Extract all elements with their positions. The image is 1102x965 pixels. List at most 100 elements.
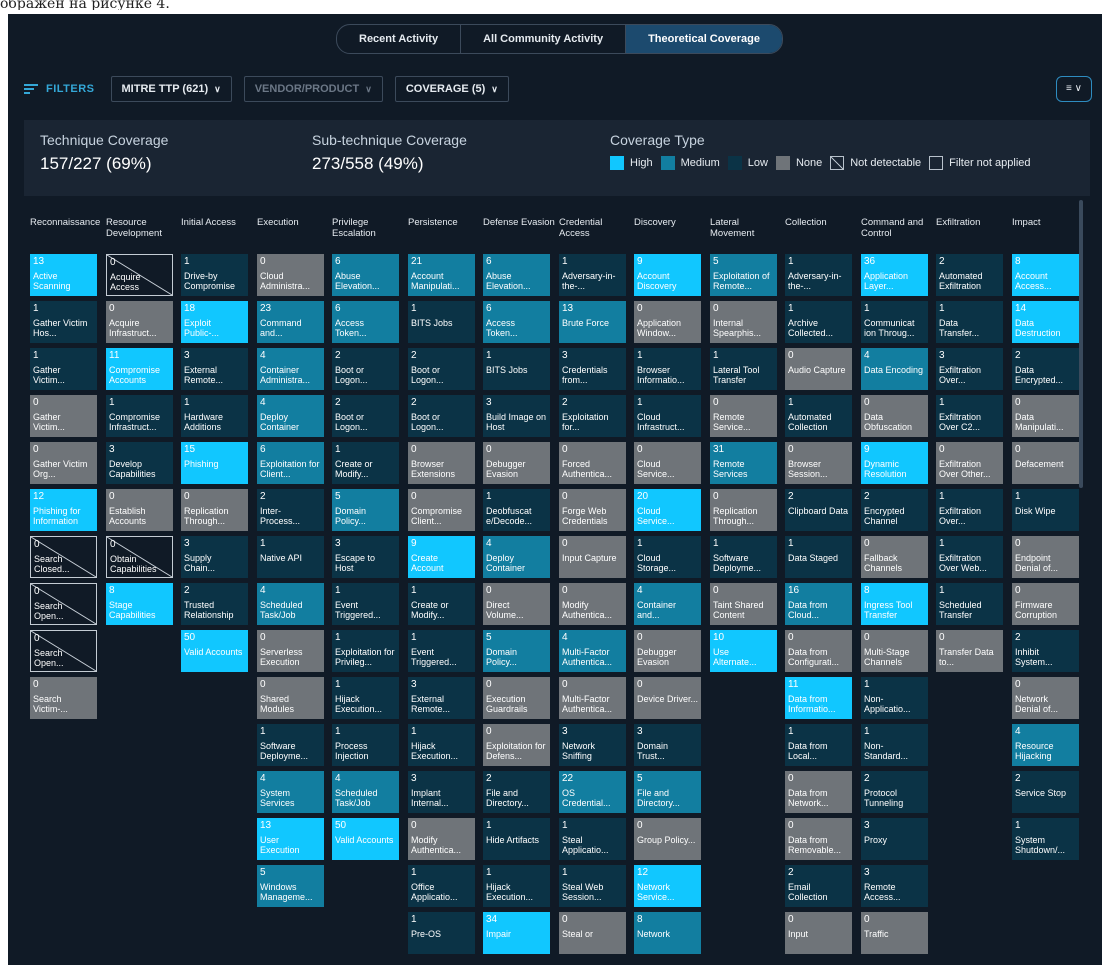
technique-cell[interactable]: 0 Search Open... [30,630,97,672]
technique-cell[interactable]: 12 Phishing for Information [30,489,97,531]
technique-cell[interactable]: 2 Email Collection [785,865,852,907]
technique-cell[interactable]: 23 Command and... [257,301,324,343]
technique-cell[interactable]: 50 Valid Accounts [332,818,399,860]
technique-cell[interactable]: 1 Steal Web Session... [559,865,626,907]
technique-cell[interactable]: 3 External Remote... [181,348,248,390]
technique-cell[interactable]: 5 Windows Manageme... [257,865,324,907]
technique-cell[interactable]: 4 System Services [257,771,324,813]
matrix-scrollbar[interactable] [1079,200,1083,488]
technique-cell[interactable]: 1 Software Deployme... [257,724,324,766]
technique-cell[interactable]: 3 Implant Internal... [408,771,475,813]
technique-cell[interactable]: 0 Exploitation for Defens... [483,724,550,766]
technique-cell[interactable]: 1 Drive-by Compromise [181,254,248,296]
technique-cell[interactable]: 50 Valid Accounts [181,630,248,672]
technique-cell[interactable]: 2 Trusted Relationship [181,583,248,625]
technique-cell[interactable]: 21 Account Manipulati... [408,254,475,296]
technique-cell[interactable]: 0 Data from Network... [785,771,852,813]
technique-cell[interactable]: 1 Exfiltration Over Web... [936,536,1003,578]
technique-cell[interactable]: 0 Compromise Client... [408,489,475,531]
technique-cell[interactable]: 34 Impair [483,912,550,954]
technique-cell[interactable]: 0 Multi-Factor Authentica... [559,677,626,719]
technique-cell[interactable]: 1 Data Staged [785,536,852,578]
technique-cell[interactable]: 1 Cloud Infrastruct... [634,395,701,437]
technique-cell[interactable]: 11 Compromise Accounts [106,348,173,390]
technique-cell[interactable]: 1 Adversary-in-the-... [785,254,852,296]
technique-cell[interactable]: 13 Brute Force [559,301,626,343]
technique-cell[interactable]: 1 Data Transfer... [936,301,1003,343]
technique-cell[interactable]: 8 Stage Capabilities [106,583,173,625]
technique-cell[interactable]: 0 Establish Accounts [106,489,173,531]
technique-cell[interactable]: 6 Exploitation for Client... [257,442,324,484]
technique-cell[interactable]: 0 Device Driver... [634,677,701,719]
technique-cell[interactable]: 16 Data from Cloud... [785,583,852,625]
technique-cell[interactable]: 1 Communicat ion Throug... [861,301,928,343]
technique-cell[interactable]: 1 Hardware Additions [181,395,248,437]
technique-cell[interactable]: 4 Scheduled Task/Job [257,583,324,625]
technique-cell[interactable]: 3 Credentials from... [559,348,626,390]
technique-cell[interactable]: 4 Container Administra... [257,348,324,390]
technique-cell[interactable]: 1 Software Deployme... [710,536,777,578]
technique-cell[interactable]: 0 Steal or [559,912,626,954]
technique-cell[interactable]: 1 Gather Victim... [30,348,97,390]
technique-cell[interactable]: 13 Active Scanning [30,254,97,296]
technique-cell[interactable]: 2 Inhibit System... [1012,630,1079,672]
technique-cell[interactable]: 0 Fallback Channels [861,536,928,578]
technique-cell[interactable]: 14 Data Destruction [1012,301,1079,343]
technique-cell[interactable]: 0 Remote Service... [710,395,777,437]
view-settings-button[interactable]: ≡ ∨ [1056,76,1092,102]
technique-cell[interactable]: 4 Deploy Container [483,536,550,578]
technique-cell[interactable]: 0 Data from Configurati... [785,630,852,672]
technique-cell[interactable]: 0 Replication Through... [181,489,248,531]
technique-cell[interactable]: 1 Deobfuscat e/Decode... [483,489,550,531]
technique-cell[interactable]: 0 Gather Victim... [30,395,97,437]
technique-cell[interactable]: 0 Direct Volume... [483,583,550,625]
technique-cell[interactable]: 0 Application Window... [634,301,701,343]
technique-cell[interactable]: 1 Non-Standard... [861,724,928,766]
technique-cell[interactable]: 0 Taint Shared Content [710,583,777,625]
technique-cell[interactable]: 8 Account Access... [1012,254,1079,296]
technique-cell[interactable]: 3 Exfiltration Over... [936,348,1003,390]
technique-cell[interactable]: 12 Network Service... [634,865,701,907]
technique-cell[interactable]: 1 Gather Victim Hos... [30,301,97,343]
technique-cell[interactable]: 0 Execution Guardrails [483,677,550,719]
technique-cell[interactable]: 2 Exploitation for... [559,395,626,437]
tab-all-community-activity[interactable]: All Community Activity [460,25,625,53]
technique-cell[interactable]: 0 Debugger Evasion [634,630,701,672]
technique-cell[interactable]: 1 Event Triggered... [332,583,399,625]
technique-cell[interactable]: 6 Access Token... [483,301,550,343]
technique-cell[interactable]: 4 Resource Hijacking [1012,724,1079,766]
technique-cell[interactable]: 2 Boot or Logon... [408,395,475,437]
technique-cell[interactable]: 6 Abuse Elevation... [332,254,399,296]
technique-cell[interactable]: 11 Data from Informatio... [785,677,852,719]
technique-cell[interactable]: 1 Automated Collection [785,395,852,437]
technique-cell[interactable]: 1 Native API [257,536,324,578]
technique-cell[interactable]: 22 OS Credential... [559,771,626,813]
technique-cell[interactable]: 0 Modify Authentica... [408,818,475,860]
technique-cell[interactable]: 9 Create Account [408,536,475,578]
technique-cell[interactable]: 15 Phishing [181,442,248,484]
technique-cell[interactable]: 0 Obtain Capabilities [106,536,173,578]
technique-cell[interactable]: 0 Internal Spearphis... [710,301,777,343]
technique-cell[interactable]: 1 Data from Local... [785,724,852,766]
technique-cell[interactable]: 1 Process Injection [332,724,399,766]
technique-cell[interactable]: 4 Multi-Factor Authentica... [559,630,626,672]
technique-cell[interactable]: 1 Event Triggered... [408,630,475,672]
technique-cell[interactable]: 6 Abuse Elevation... [483,254,550,296]
technique-cell[interactable]: 1 Exfiltration Over C2... [936,395,1003,437]
technique-cell[interactable]: 0 Gather Victim Org... [30,442,97,484]
technique-cell[interactable]: 2 Automated Exfiltration [936,254,1003,296]
technique-cell[interactable]: 0 Input [785,912,852,954]
technique-cell[interactable]: 0 Exfiltration Over Other... [936,442,1003,484]
coverage-filter[interactable]: COVERAGE (5) ∨ [394,76,509,102]
technique-cell[interactable]: 1 Archive Collected... [785,301,852,343]
technique-cell[interactable]: 2 Inter-Process... [257,489,324,531]
mitre-ttp-filter[interactable]: MITRE TTP (621) ∨ [110,76,232,102]
tab-theoretical-coverage[interactable]: Theoretical Coverage [625,25,782,53]
technique-cell[interactable]: 1 Hijack Execution... [483,865,550,907]
technique-cell[interactable]: 10 Use Alternate... [710,630,777,672]
technique-cell[interactable]: 4 Container and... [634,583,701,625]
technique-cell[interactable]: 0 Data Obfuscation [861,395,928,437]
technique-cell[interactable]: 0 Data Manipulati... [1012,395,1079,437]
technique-cell[interactable]: 1 Browser Informatio... [634,348,701,390]
technique-cell[interactable]: 1 Adversary-in-the-... [559,254,626,296]
